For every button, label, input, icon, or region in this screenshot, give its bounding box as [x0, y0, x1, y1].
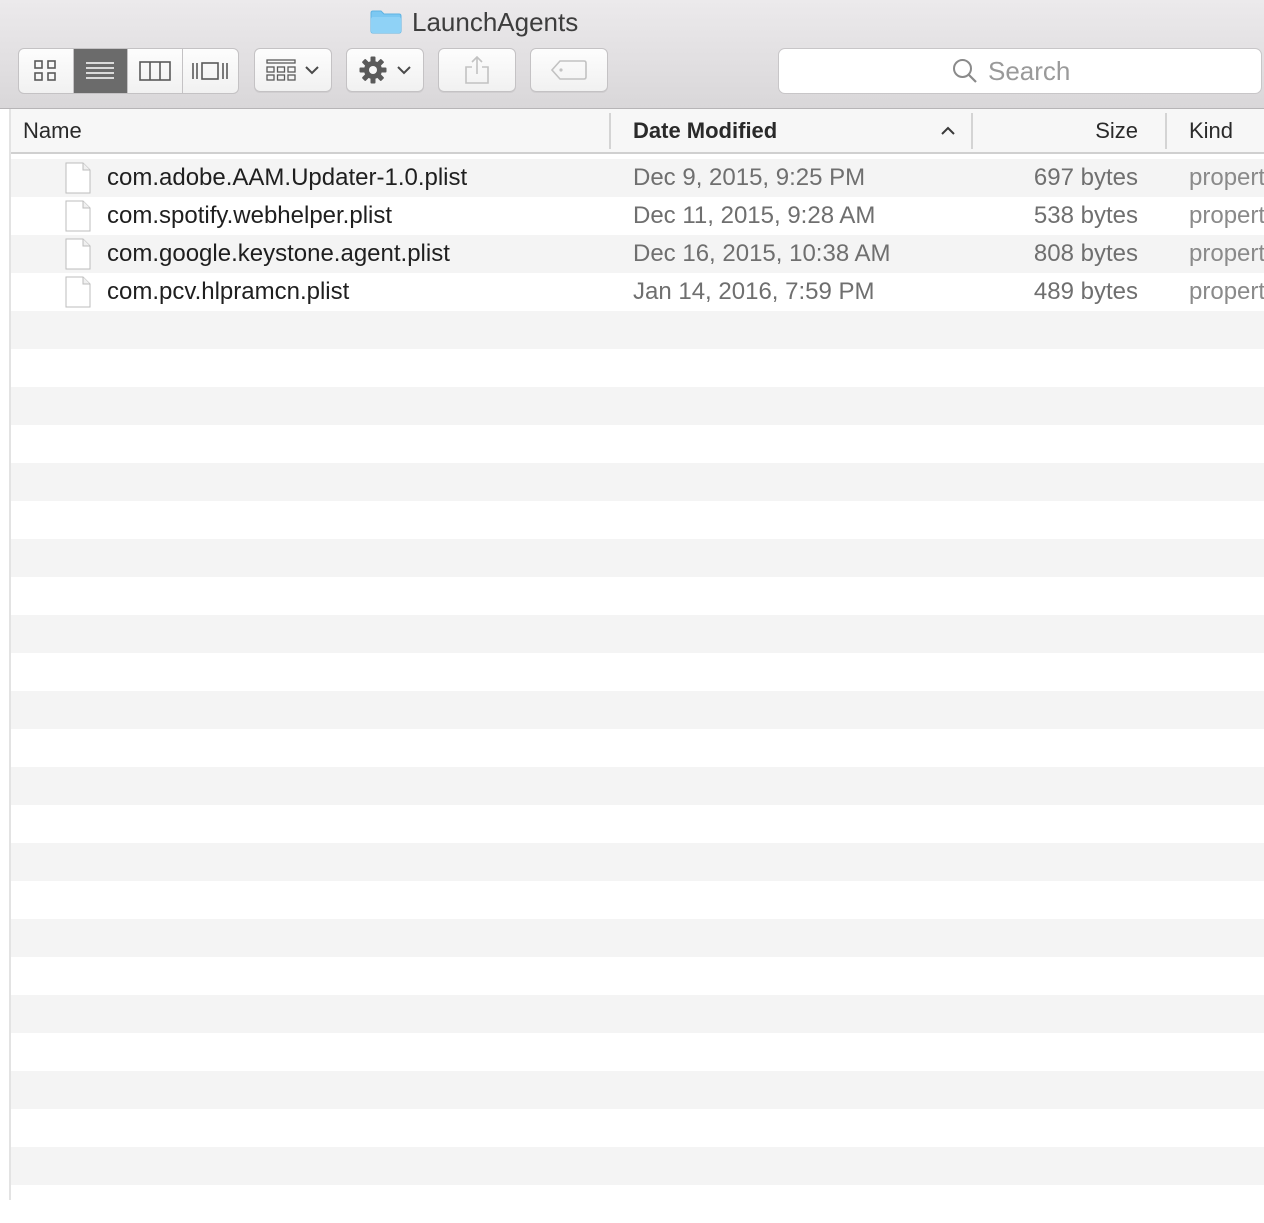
column-divider[interactable] — [1165, 113, 1167, 149]
search-field[interactable] — [778, 48, 1262, 94]
file-name: com.spotify.webhelper.plist — [107, 202, 393, 229]
file-date-modified: Dec 11, 2015, 9:28 AM — [633, 202, 876, 229]
grid-icon — [33, 60, 56, 81]
chevron-down-icon — [397, 66, 411, 75]
empty-row — [11, 691, 1264, 729]
file-size: 538 bytes — [1033, 202, 1138, 229]
file-name: com.google.keystone.agent.plist — [107, 240, 450, 267]
share-icon — [465, 55, 489, 84]
empty-row — [11, 653, 1264, 691]
empty-row — [11, 463, 1264, 501]
file-row[interactable]: com.adobe.AAM.Updater-1.0.plist Dec 9, 2… — [11, 159, 1264, 197]
tag-icon — [551, 60, 587, 80]
empty-row — [11, 1185, 1264, 1223]
empty-row — [11, 729, 1264, 767]
empty-row — [11, 805, 1264, 843]
empty-row — [11, 957, 1264, 995]
file-size: 697 bytes — [1033, 164, 1138, 191]
icon-view-button[interactable] — [19, 49, 74, 93]
empty-row — [11, 349, 1264, 387]
file-kind: propert — [1189, 164, 1264, 191]
file-kind: propert — [1189, 278, 1264, 305]
column-header-size[interactable]: Size — [1095, 109, 1138, 152]
empty-row — [11, 1109, 1264, 1147]
folder-icon — [370, 10, 402, 34]
file-date-modified: Dec 16, 2015, 10:38 AM — [633, 240, 891, 267]
document-icon — [65, 162, 91, 194]
empty-row — [11, 1033, 1264, 1071]
empty-row — [11, 311, 1264, 349]
empty-row — [11, 919, 1264, 957]
column-view-button[interactable] — [128, 49, 183, 93]
file-size: 808 bytes — [1033, 240, 1138, 267]
document-icon — [65, 276, 91, 308]
arrange-icon — [266, 59, 296, 81]
tags-button[interactable] — [530, 48, 608, 92]
cover-flow-view-button[interactable] — [183, 49, 238, 93]
column-header-date-modified[interactable]: Date Modified — [633, 109, 777, 152]
empty-row — [11, 577, 1264, 615]
columns-icon — [138, 61, 171, 81]
file-kind: propert — [1189, 240, 1264, 267]
empty-row — [11, 1147, 1264, 1185]
column-header-name[interactable]: Name — [23, 109, 82, 152]
empty-row — [11, 501, 1264, 539]
gear-icon — [359, 56, 387, 84]
file-list: com.adobe.AAM.Updater-1.0.plist Dec 9, 2… — [11, 159, 1264, 1223]
sort-ascending-icon — [941, 126, 955, 135]
empty-row — [11, 995, 1264, 1033]
empty-row — [11, 881, 1264, 919]
cover-flow-icon — [192, 62, 229, 80]
file-row[interactable]: com.spotify.webhelper.plist Dec 11, 2015… — [11, 197, 1264, 235]
file-date-modified: Jan 14, 2016, 7:59 PM — [633, 278, 875, 305]
action-menu-button[interactable] — [346, 48, 424, 92]
column-divider[interactable] — [609, 113, 611, 149]
empty-row — [11, 843, 1264, 881]
file-size: 489 bytes — [1033, 278, 1138, 305]
empty-row — [11, 539, 1264, 577]
column-header-kind[interactable]: Kind — [1189, 109, 1233, 152]
column-divider[interactable] — [971, 113, 973, 149]
window-title: LaunchAgents — [370, 6, 578, 38]
file-name: com.adobe.AAM.Updater-1.0.plist — [107, 164, 468, 191]
file-date-modified: Dec 9, 2015, 9:25 PM — [633, 164, 866, 191]
search-icon — [953, 59, 977, 83]
arrange-menu-button[interactable] — [254, 48, 332, 92]
empty-row — [11, 387, 1264, 425]
document-icon — [65, 200, 91, 232]
empty-row — [11, 425, 1264, 463]
document-icon — [65, 238, 91, 270]
empty-row — [11, 1071, 1264, 1109]
chevron-down-icon — [305, 66, 319, 75]
window-title-text: LaunchAgents — [412, 6, 579, 37]
share-button[interactable] — [438, 48, 516, 92]
empty-row — [11, 767, 1264, 805]
list-icon — [86, 62, 115, 79]
empty-row — [11, 615, 1264, 653]
list-view-button[interactable] — [73, 49, 128, 93]
file-kind: propert — [1189, 202, 1264, 229]
file-row[interactable]: com.google.keystone.agent.plist Dec 16, … — [11, 235, 1264, 273]
view-mode-control — [18, 48, 239, 94]
file-name: com.pcv.hlpramcn.plist — [107, 278, 350, 305]
column-header: Name Date Modified Size Kind — [11, 109, 1264, 154]
search-input[interactable] — [988, 55, 1088, 87]
file-row[interactable]: com.pcv.hlpramcn.plist Jan 14, 2016, 7:5… — [11, 273, 1264, 311]
window-toolbar: LaunchAgents — [0, 0, 1264, 109]
